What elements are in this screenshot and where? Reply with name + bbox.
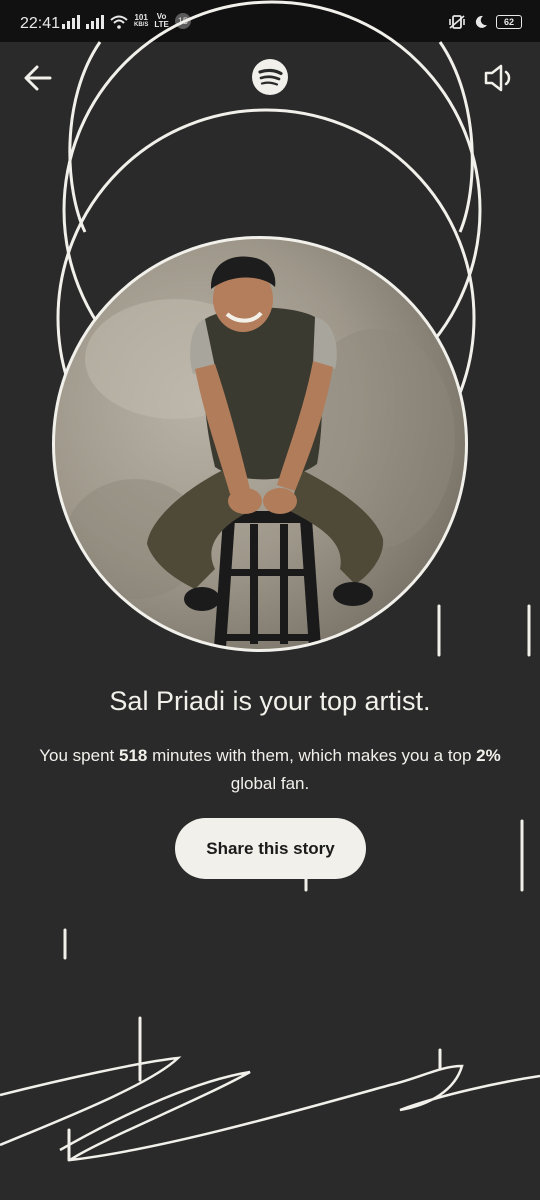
spotify-logo: [250, 57, 290, 97]
deco-scribble: [0, 1056, 540, 1162]
story-description: You spent 518 minutes with them, which m…: [30, 742, 510, 798]
percent-value: 2%: [476, 746, 501, 765]
minutes-value: 518: [118, 746, 148, 765]
share-story-button[interactable]: Share this story: [175, 818, 366, 879]
artist-photo: [52, 236, 468, 652]
desc-text-2: minutes with them, which makes you a top: [147, 746, 477, 765]
story-headline: Sal Priadi is your top artist.: [109, 686, 431, 716]
arrow-left-icon: [24, 65, 52, 91]
volume-button[interactable]: [480, 58, 520, 98]
desc-text-3: global fan.: [230, 774, 310, 793]
back-button[interactable]: [18, 58, 58, 98]
volume-icon: [484, 64, 511, 92]
artist-illustration: [65, 256, 455, 649]
desc-text-1: You spent: [39, 746, 119, 765]
spotify-logo-icon: [252, 59, 288, 95]
